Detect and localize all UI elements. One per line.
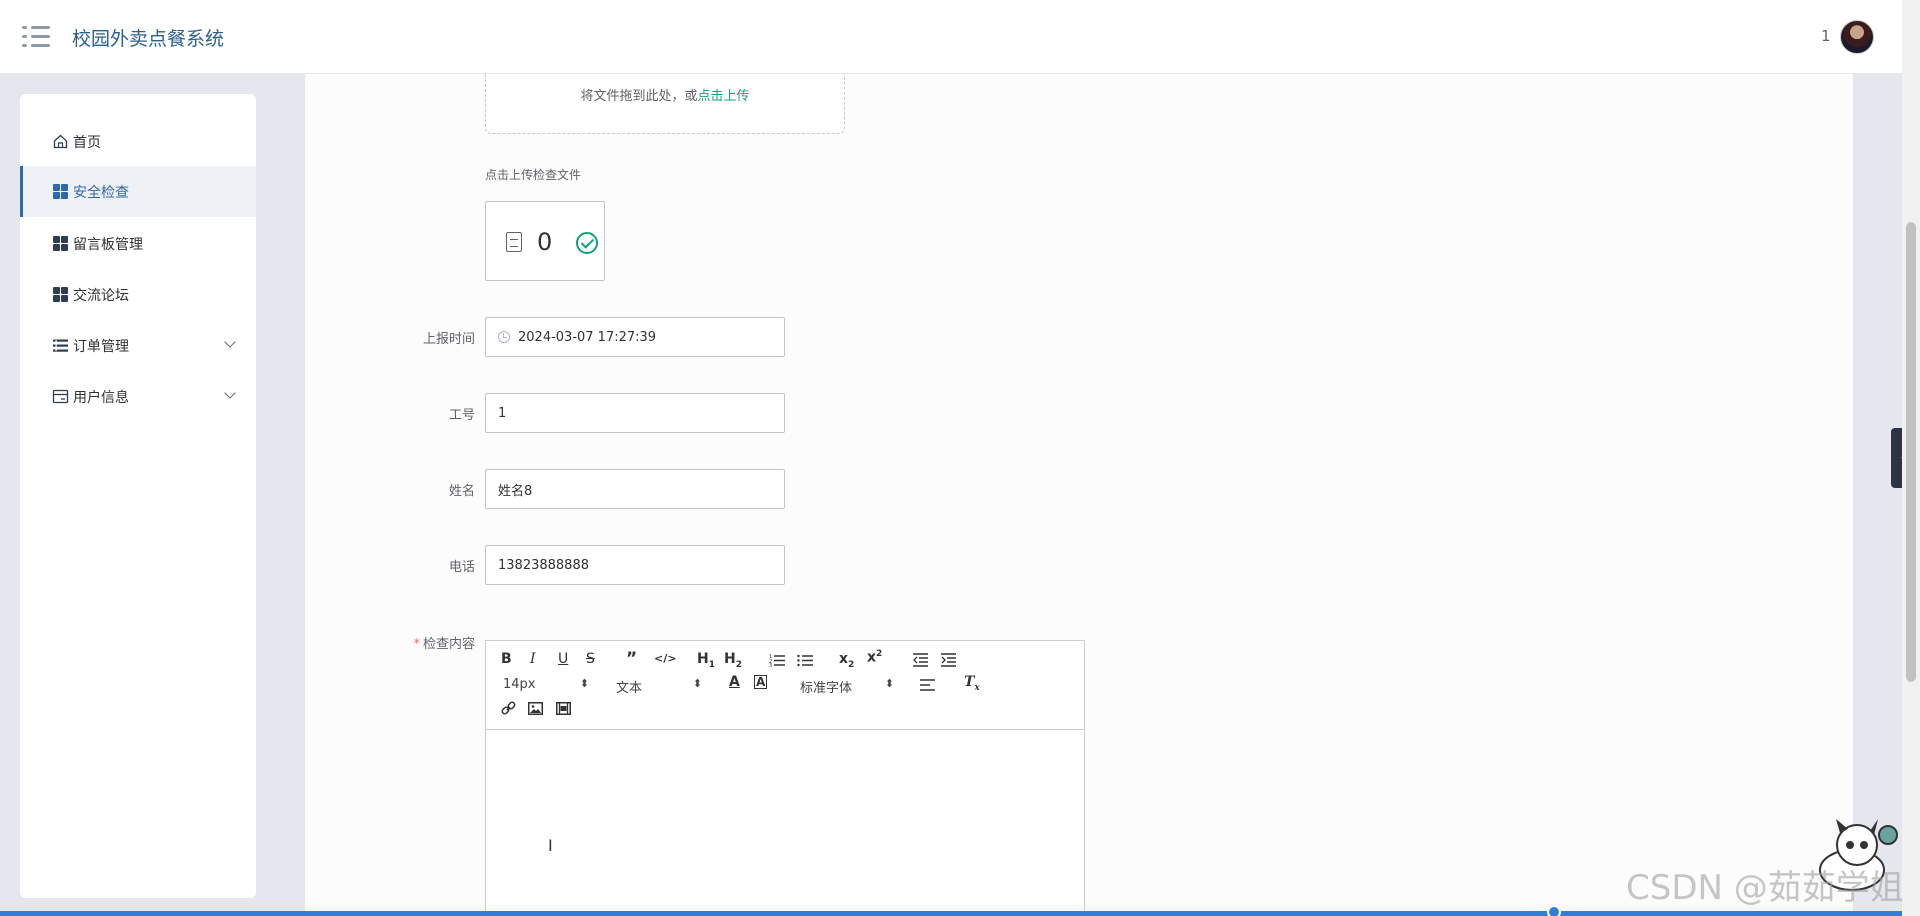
scroll-thumb[interactable] — [1906, 222, 1916, 682]
outdent-icon[interactable] — [913, 653, 928, 667]
video-icon[interactable] — [556, 702, 571, 715]
document-icon — [506, 232, 522, 252]
underline-button[interactable]: U — [558, 651, 568, 667]
image-icon[interactable] — [528, 702, 543, 715]
subscript-button[interactable]: x2 — [839, 651, 854, 670]
grid-icon — [52, 183, 69, 200]
app-title: 校园外卖点餐系统 — [72, 28, 225, 50]
chevron-down-icon — [224, 387, 236, 399]
background-color-button[interactable]: A — [754, 675, 768, 689]
report-time-value: 2024-03-07 17:27:39 — [518, 329, 657, 345]
sidebar-item-label: 首页 — [73, 134, 101, 151]
progress-knob[interactable] — [1547, 905, 1561, 916]
name-field[interactable]: 姓名8 — [485, 469, 785, 509]
sidebar-item-user-info[interactable]: 用户信息 — [20, 371, 256, 422]
blockquote-button[interactable]: ” — [626, 649, 637, 669]
editor-toolbar: B I U S ” </> H1 H2 123 x2 x2 14px ⬍ 文本 … — [486, 641, 1084, 730]
sidebar-item-message-board[interactable]: 留言板管理 — [20, 218, 256, 269]
uploaded-file-card[interactable]: 0 — [485, 201, 605, 281]
menu-toggle-icon[interactable] — [22, 25, 50, 49]
home-icon — [53, 134, 68, 149]
avatar[interactable] — [1840, 20, 1874, 54]
employee-id-value: 1 — [498, 405, 507, 421]
bullet-list-icon[interactable] — [797, 653, 813, 667]
header2-button[interactable]: H2 — [724, 651, 742, 670]
link-icon[interactable] — [501, 701, 516, 716]
watermark-text: CSDN @茹茹学姐 — [1626, 868, 1904, 908]
header1-button[interactable]: H1 — [697, 651, 715, 670]
svg-text:3: 3 — [769, 663, 772, 667]
sidebar-item-orders[interactable]: 订单管理 — [20, 320, 256, 371]
align-left-icon[interactable] — [920, 679, 935, 692]
sidebar-item-label: 用户信息 — [73, 389, 129, 406]
clock-icon — [498, 331, 510, 343]
employee-id-field[interactable]: 1 — [485, 393, 785, 433]
top-header: 校园外卖点餐系统 1 — [0, 0, 1902, 74]
phone-field[interactable]: 13823888888 — [485, 545, 785, 585]
main-content: 将文件拖到此处，或点击上传 点击上传检查文件 0 上报时间 2024-03-07… — [305, 74, 1853, 916]
upload-link[interactable]: 点击上传 — [698, 89, 750, 104]
sidebar-item-label: 留言板管理 — [73, 236, 143, 253]
sidebar-item-label: 订单管理 — [73, 338, 129, 355]
font-size-select[interactable]: 14px — [503, 677, 589, 692]
check-circle-icon — [576, 232, 598, 254]
required-marker: * — [413, 637, 420, 652]
report-time-label: 上报时间 — [422, 332, 475, 347]
superscript-button[interactable]: x2 — [867, 649, 882, 666]
phone-value: 13823888888 — [498, 557, 589, 573]
sidebar-item-label: 交流论坛 — [73, 287, 129, 304]
sidebar-item-label: 安全检查 — [73, 184, 129, 201]
header-type-select[interactable]: 文本 — [616, 677, 702, 696]
name-label: 姓名 — [448, 484, 475, 499]
upload-drop-label: 将文件拖到此处，或 — [580, 89, 698, 104]
employee-id-label: 工号 — [448, 408, 475, 423]
bottom-progress-bar — [0, 911, 1902, 916]
content-label-text: 检查内容 — [422, 637, 475, 652]
rich-text-editor: B I U S ” </> H1 H2 123 x2 x2 14px ⬍ 文本 … — [485, 640, 1085, 916]
upload-drop-text: 将文件拖到此处，或点击上传 — [486, 85, 844, 104]
text-cursor-icon: I — [548, 836, 553, 855]
sidebar-item-home[interactable]: 首页 — [20, 116, 256, 167]
code-block-button[interactable]: </> — [654, 652, 676, 665]
phone-label: 电话 — [448, 560, 475, 575]
upload-hint: 点击上传检查文件 — [485, 168, 582, 182]
content-label: * 检查内容 — [305, 633, 475, 652]
card-icon — [52, 389, 69, 404]
chevron-down-icon — [224, 336, 236, 348]
user-name: 1 — [1821, 27, 1831, 45]
font-family-select[interactable]: 标准字体 — [800, 677, 894, 696]
indent-icon[interactable] — [941, 653, 956, 667]
bold-button[interactable]: B — [501, 651, 512, 667]
report-time-field[interactable]: 2024-03-07 17:27:39 — [485, 317, 785, 357]
page-scrollbar[interactable] — [1902, 0, 1920, 916]
clear-format-button[interactable]: Tx — [964, 674, 980, 693]
italic-button[interactable]: I — [530, 651, 536, 667]
sidebar-item-forum[interactable]: 交流论坛 — [20, 269, 256, 320]
sidebar-item-security-check[interactable]: 安全检查 — [20, 166, 256, 217]
text-color-button[interactable]: A — [729, 674, 740, 690]
grid-icon — [52, 286, 69, 303]
file-count: 0 — [537, 228, 553, 256]
file-drop-zone[interactable]: 将文件拖到此处，或点击上传 — [485, 74, 845, 134]
name-value: 姓名8 — [498, 483, 533, 499]
strike-button[interactable]: S — [586, 651, 595, 667]
list-icon — [53, 339, 68, 352]
grid-icon — [52, 235, 69, 252]
sidebar: 首页 安全检查 留言板管理 交流论坛 订单管理 用户信息 — [20, 94, 256, 898]
ordered-list-icon[interactable]: 123 — [769, 653, 785, 667]
